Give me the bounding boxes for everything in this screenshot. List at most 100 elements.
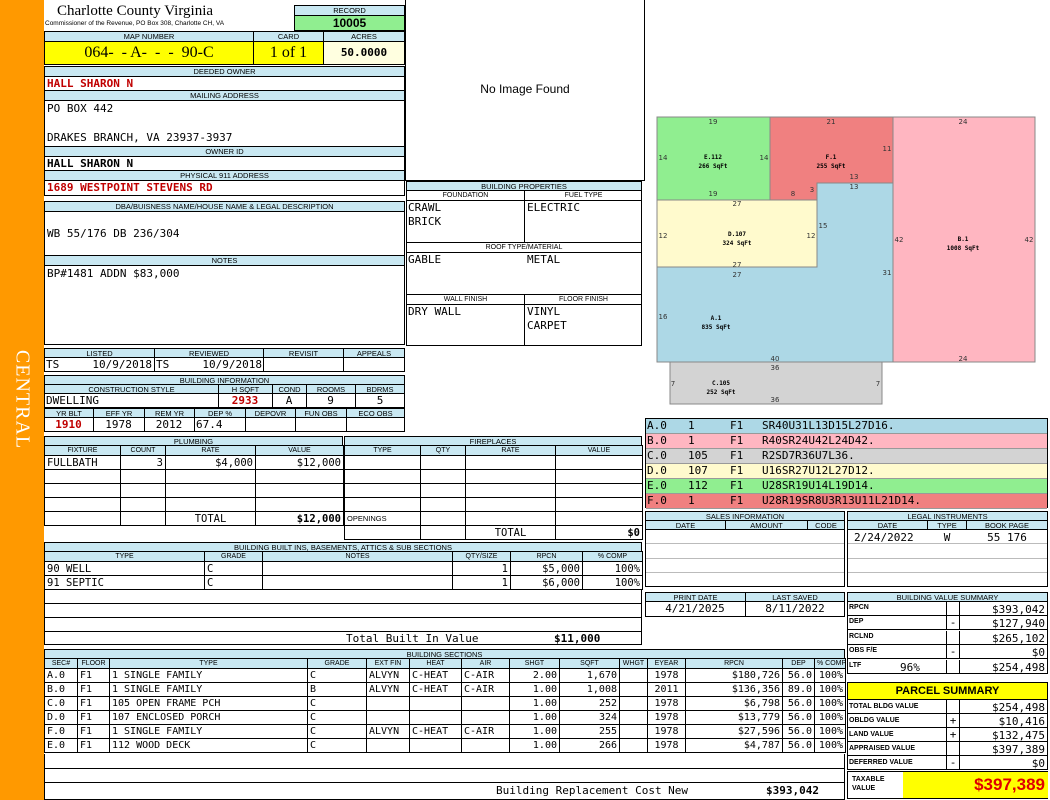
fireplaces-total-value: $0 — [555, 525, 643, 540]
section-cell: 100% — [814, 710, 846, 725]
parcel-row: OBLDG VALUE + $10,416 — [848, 714, 1047, 728]
section-cell: 1,670 — [559, 668, 620, 683]
parcel-value: $132,475 — [992, 729, 1045, 742]
parcel-value: $397,389 — [992, 743, 1045, 756]
dim-label: 12 — [807, 232, 816, 240]
legend-code: R40SR24U42L24D42. — [762, 434, 875, 447]
col-header: SEC# — [44, 658, 78, 669]
no-image-text: No Image Found — [480, 82, 570, 96]
section-cell — [366, 710, 410, 725]
section-cell: F1 — [77, 668, 110, 683]
parcel-row: APPRAISED VALUE $397,389 — [848, 742, 1047, 756]
section-cell: 1 SINGLE FAMILY — [109, 724, 308, 739]
empty-cell — [44, 511, 121, 526]
built-ins-table: TYPE GRADE NOTES QTY/SIZE RPCN% COMP 90 WELL… — [44, 551, 643, 590]
legend-code: U28R19SR8U3R13U11L21D14. — [762, 494, 921, 507]
col-header: VALUE — [555, 445, 643, 456]
value-summary-sign: - — [946, 616, 960, 631]
divider — [848, 558, 1047, 559]
parcel-summary-title: PARCEL SUMMARY — [847, 682, 1048, 700]
built-in-qty: 1 — [452, 561, 511, 576]
listed-by: TS — [46, 358, 60, 371]
section-cell: 324 — [559, 710, 620, 725]
empty-cell — [420, 525, 466, 540]
section-row: B.0 F1 1 SINGLE FAMILY B ALVYN C-HEAT C-AIR 1.0… — [44, 682, 846, 697]
section-row: F.0 F1 1 SINGLE FAMILY C ALVYN C-HEAT C-AIR 1.0… — [44, 724, 846, 739]
section-cell: A.0 — [44, 668, 78, 683]
dim-label: 16 — [659, 313, 668, 321]
section-cell: 1 SINGLE FAMILY — [109, 682, 308, 697]
listed-date: 10/9/2018 — [92, 358, 152, 371]
floor-finish-value-2: CARPET — [527, 319, 567, 332]
section-cell: $180,726 — [685, 668, 783, 683]
mailing-address-line2: DRAKES BRANCH, VA 23937-3937 — [47, 131, 233, 144]
col-header: FIXTURE — [44, 445, 121, 456]
parcel-sign: - — [946, 756, 960, 770]
parcel-sign: + — [946, 728, 960, 742]
section-cell: 56.0 — [782, 668, 815, 683]
empty-cell — [120, 511, 166, 526]
district-sidebar: CENTRAL — [0, 0, 44, 800]
value-summary-label: LTF — [849, 661, 862, 669]
wall-finish-header: WALL FINISH — [443, 296, 488, 303]
legend-num: 1 — [688, 494, 695, 507]
deeded-owner-value: HALL SHARON N — [47, 77, 134, 90]
value-summary-value: $265,102 — [992, 631, 1045, 645]
fuel-type-header: FUEL TYPE — [564, 192, 603, 199]
reviewed-date: 10/9/2018 — [202, 358, 262, 371]
built-in-type: 91 SEPTIC — [44, 575, 205, 590]
divider — [524, 294, 525, 346]
section-cell: ALVYN — [366, 682, 410, 697]
sketch-label-sqft: 255 SqFt — [817, 163, 846, 170]
wall-finish-value: DRY WALL — [408, 305, 461, 318]
built-in-rpcn: $6,000 — [510, 575, 583, 590]
section-cell: C — [307, 724, 367, 739]
notes-value: BP#1481 ADDN $83,000 — [47, 267, 180, 280]
parcel-sign — [946, 742, 960, 756]
empty-cell — [44, 469, 121, 484]
legend-code: U28SR19U14L19D14. — [762, 479, 875, 492]
section-cell: $13,779 — [685, 710, 783, 725]
parcel-sign: + — [946, 714, 960, 728]
dim-label: 13 — [850, 183, 859, 191]
dim-label: 14 — [659, 154, 668, 162]
col-header: % COMP — [582, 551, 643, 562]
empty-cell — [255, 469, 344, 484]
section-cell: 2011 — [647, 682, 686, 697]
count-cell: 3 — [120, 455, 166, 470]
col-header: AIR — [461, 658, 510, 669]
dim-label: 42 — [895, 236, 904, 244]
foundation-header: FOUNDATION — [442, 192, 489, 199]
dim-label: 31 — [883, 269, 892, 277]
built-in-qty: 1 — [452, 575, 511, 590]
col-header: COUNT — [120, 445, 166, 456]
divider — [848, 572, 1047, 573]
dim-label: 3 — [810, 186, 814, 194]
sketch-label-sqft: 324 SqFt — [723, 240, 752, 247]
section-cell: 1978 — [647, 696, 686, 711]
dim-label: 14 — [760, 154, 769, 162]
empty-cell — [420, 483, 466, 498]
yrblt-value: 1910 — [55, 418, 82, 431]
section-cell: $27,596 — [685, 724, 783, 739]
sketch-label-sqft: 252 SqFt — [707, 389, 736, 396]
section-cell: D.0 — [44, 710, 78, 725]
empty-cell — [344, 469, 421, 484]
section-row: A.0 F1 1 SINGLE FAMILY C ALVYN C-HEAT C-AIR 2.0… — [44, 668, 846, 683]
col-header: RATE — [165, 445, 256, 456]
value-summary-row: OBS F/E - $0 — [848, 645, 1047, 660]
sketch-label-sqft: 835 SqFt — [702, 324, 731, 331]
value-summary-value: $0 — [1031, 646, 1045, 660]
sketch-label-id: D.107 — [728, 231, 746, 238]
built-in-grade: C — [204, 561, 263, 576]
bdrms-value: 5 — [376, 394, 384, 407]
section-row: E.0 F1 112 WOOD DECK C 1.00 266 1978 $4,787 56.0… — [44, 738, 846, 753]
floor-finish-header: FLOOR FINISH — [558, 296, 608, 303]
dim-label: 11 — [883, 145, 892, 153]
legal-type-value: W — [943, 531, 951, 544]
empty-cell — [420, 497, 466, 512]
divider — [44, 782, 845, 783]
divider — [343, 357, 344, 372]
legend-row: C.0 105 F1 R2SD7R36U7L36. — [646, 449, 1047, 464]
legend-floor: F1 — [730, 419, 744, 432]
